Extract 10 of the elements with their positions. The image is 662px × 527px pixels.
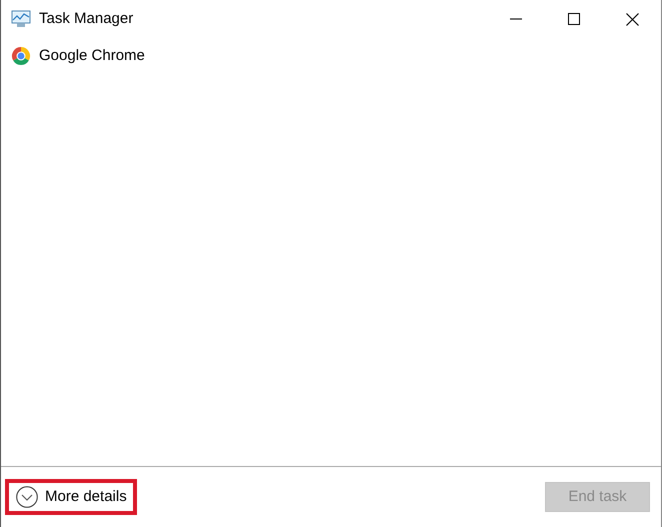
maximize-icon <box>568 13 580 25</box>
process-name: Google Chrome <box>39 46 145 66</box>
window-title: Task Manager <box>39 8 134 29</box>
chevron-icon <box>16 486 38 508</box>
process-row[interactable]: Google Chrome <box>11 44 651 68</box>
more-details-button[interactable]: More details <box>5 478 137 516</box>
close-icon <box>626 12 638 26</box>
app-icon <box>11 10 31 28</box>
minimize-icon <box>510 18 522 20</box>
browser-icon <box>11 46 31 66</box>
